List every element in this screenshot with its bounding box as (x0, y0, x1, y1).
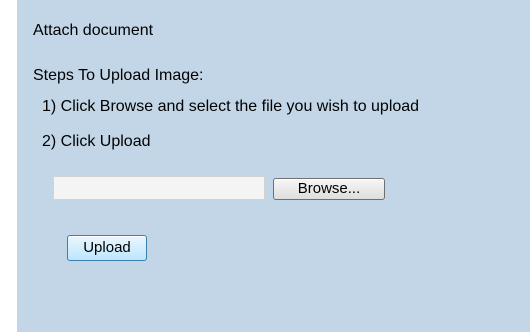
file-path-field[interactable] (53, 176, 265, 200)
step-2-text: 2) Click Upload (42, 133, 151, 150)
panel-title: Attach document (33, 22, 154, 39)
browse-button[interactable]: Browse... (273, 178, 385, 200)
steps-heading: Steps To Upload Image: (33, 67, 204, 84)
upload-button[interactable]: Upload (67, 235, 147, 261)
step-1-text: 1) Click Browse and select the file you … (42, 98, 420, 115)
upload-panel: Attach document Steps To Upload Image: 1… (17, 0, 530, 332)
